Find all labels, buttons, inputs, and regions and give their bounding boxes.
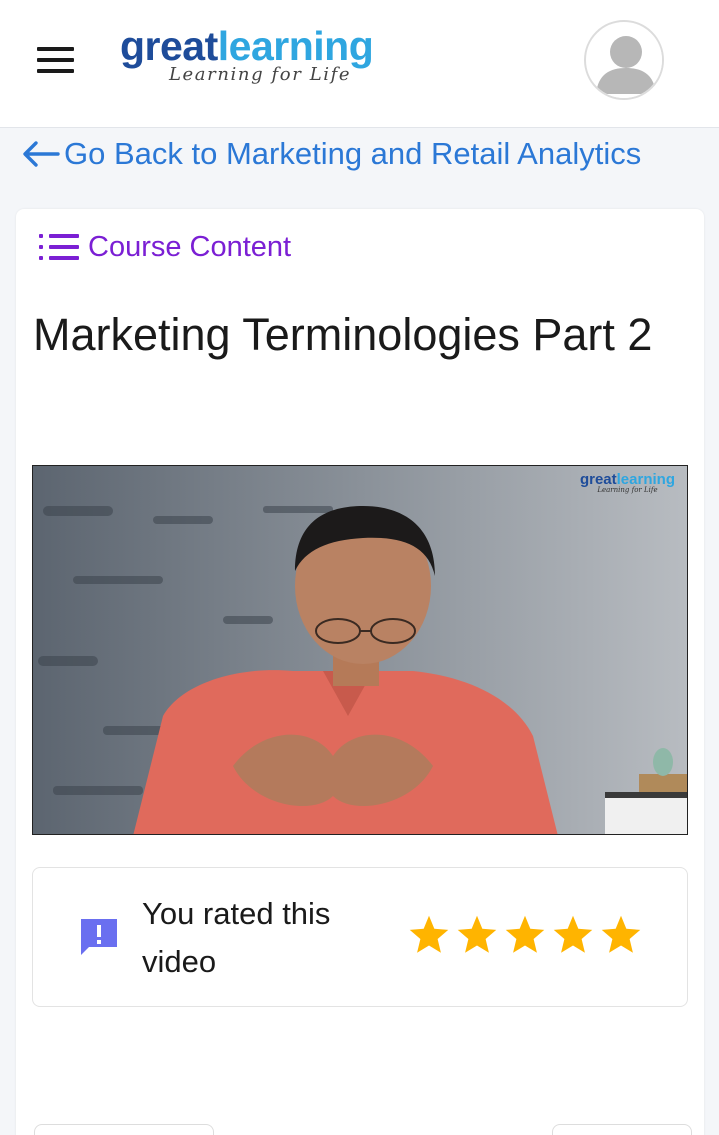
star-icon[interactable]	[551, 913, 595, 957]
rating-panel: You rated this video	[32, 867, 688, 1007]
course-content-button[interactable]: Course Content	[38, 229, 291, 265]
back-to-course-link[interactable]: Go Back to Marketing and Retail Analytic…	[20, 134, 641, 174]
star-icon[interactable]	[407, 913, 451, 957]
user-silhouette-icon	[588, 24, 662, 98]
star-icon[interactable]	[503, 913, 547, 957]
avatar[interactable]	[584, 20, 664, 100]
logo-wordmark: greatlearning	[120, 23, 374, 69]
video-player[interactable]: greatlearning Learning for Life	[32, 465, 688, 835]
back-link-label: Go Back to Marketing and Retail Analytic…	[64, 136, 642, 171]
video-watermark: greatlearning Learning for Life	[579, 471, 675, 494]
lesson-card: Course Content Marketing Terminologies P…	[16, 209, 704, 1135]
feedback-icon	[81, 919, 117, 955]
star-icon[interactable]	[455, 913, 499, 957]
menu-icon[interactable]	[37, 47, 75, 75]
page-title: Marketing Terminologies Part 2	[33, 309, 653, 360]
next-lesson-button[interactable]	[552, 1124, 692, 1135]
video-frame-thumbnail	[33, 466, 687, 834]
logo-tagline: Learning for Life	[169, 64, 352, 85]
list-icon	[39, 234, 79, 260]
brand-logo[interactable]: greatlearning Learning for Life	[120, 24, 430, 94]
previous-lesson-button[interactable]	[34, 1124, 214, 1135]
star-rating[interactable]	[407, 913, 643, 957]
app-header: greatlearning Learning for Life	[0, 0, 719, 128]
star-icon[interactable]	[599, 913, 643, 957]
rating-status-text: You rated this video	[142, 896, 331, 979]
arrow-left-icon	[23, 141, 60, 167]
course-content-label: Course Content	[88, 230, 292, 263]
